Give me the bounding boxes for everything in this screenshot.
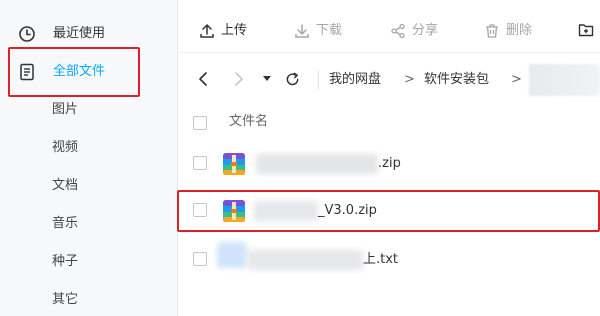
file-row[interactable]: .zip: [179, 140, 600, 188]
refresh-button[interactable]: [283, 70, 301, 88]
sidebar-item-label: 最近使用: [53, 26, 106, 41]
file-list-header: 文件名: [179, 104, 600, 140]
sidebar-item-label: 文档: [52, 178, 79, 193]
all-files-highlight-box: [8, 47, 140, 97]
file-row-highlight-box: [177, 190, 600, 232]
redacted-filename: [256, 154, 378, 174]
refresh-icon: [286, 72, 298, 85]
breadcrumb-my-drive[interactable]: 我的网盘: [329, 71, 381, 89]
download-button[interactable]: 下载: [294, 22, 342, 40]
new-folder-icon: [578, 24, 594, 37]
share-label: 分享: [412, 23, 439, 38]
breadcrumb-separator: >: [511, 72, 522, 87]
row-checkbox[interactable]: [193, 252, 207, 266]
upload-icon: [200, 24, 214, 38]
sidebar-item-others[interactable]: 其它: [0, 286, 178, 314]
trash-icon: [486, 24, 498, 38]
file-name[interactable]: 上.txt: [363, 251, 398, 269]
back-button[interactable]: [195, 70, 211, 88]
file-row[interactable]: 上.txt: [179, 236, 600, 284]
forward-button[interactable]: [231, 70, 247, 88]
sidebar-item-videos[interactable]: 视频: [0, 134, 178, 162]
download-icon: [295, 24, 309, 38]
path-divider: [318, 70, 319, 90]
toolbar: 上传 下载 分享 删除: [179, 0, 600, 56]
toolbar-divider: [179, 52, 600, 53]
path-bar: 我的网盘 > 软件安装包 >: [179, 60, 600, 100]
upload-label: 上传: [221, 23, 248, 38]
sidebar-item-documents[interactable]: 文档: [0, 172, 178, 200]
file-name[interactable]: .zip: [378, 155, 401, 173]
sidebar-item-recent[interactable]: 最近使用: [0, 20, 178, 48]
clock-icon: [19, 26, 35, 42]
share-icon: [391, 23, 405, 39]
sidebar-item-label: 其它: [52, 292, 79, 307]
history-dropdown[interactable]: [261, 70, 273, 88]
new-folder-button[interactable]: [578, 22, 594, 38]
row-checkbox[interactable]: [193, 156, 207, 170]
redacted-breadcrumb: [529, 64, 600, 96]
sidebar-item-label: 音乐: [52, 216, 79, 231]
sidebar-item-label: 种子: [52, 254, 79, 269]
download-label: 下载: [316, 23, 343, 38]
sidebar-item-images[interactable]: 图片: [0, 96, 178, 124]
redacted-filename: [247, 250, 363, 270]
sidebar: 最近使用 全部文件 图片 视频 文档 音乐 种子 其它: [0, 0, 178, 316]
chevron-right-icon: [235, 72, 243, 86]
caret-down-icon: [263, 76, 271, 81]
sidebar-item-label: 图片: [52, 102, 79, 117]
breadcrumb-separator: >: [404, 72, 415, 87]
chevron-left-icon: [199, 72, 207, 86]
sidebar-item-label: 视频: [52, 140, 79, 155]
delete-button[interactable]: 删除: [484, 22, 532, 40]
column-filename[interactable]: 文件名: [229, 113, 268, 131]
txt-file-icon: [217, 242, 247, 268]
breadcrumb-software[interactable]: 软件安装包: [424, 71, 489, 89]
upload-button[interactable]: 上传: [199, 22, 247, 40]
share-button[interactable]: 分享: [390, 22, 438, 40]
select-all-checkbox[interactable]: [193, 116, 207, 130]
zip-file-icon: [223, 153, 245, 175]
sidebar-item-music[interactable]: 音乐: [0, 210, 178, 238]
delete-label: 删除: [506, 23, 533, 38]
sidebar-item-torrents[interactable]: 种子: [0, 248, 178, 276]
